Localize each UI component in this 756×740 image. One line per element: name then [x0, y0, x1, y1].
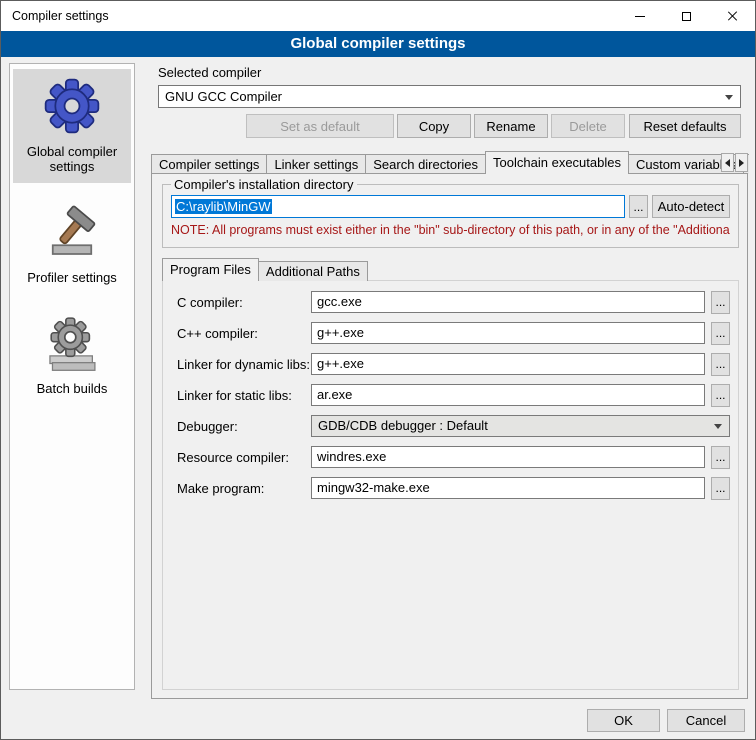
- sidebar-item-batch-builds[interactable]: Batch builds: [13, 308, 131, 405]
- selected-compiler-label: Selected compiler: [158, 65, 261, 80]
- field-row-make-program: Make program: mingw32-make.exe ...: [177, 477, 730, 499]
- compiler-settings-window: Compiler settings Global compiler settin…: [0, 0, 756, 740]
- set-as-default-button[interactable]: Set as default: [246, 114, 394, 138]
- compiler-actions: Set as default Copy Rename Delete Reset …: [158, 114, 741, 138]
- tab-scroll-left-button[interactable]: [721, 153, 734, 172]
- resource-compiler-browse-button[interactable]: ...: [711, 446, 730, 469]
- tab-toolchain-executables[interactable]: Toolchain executables: [485, 151, 629, 174]
- installation-directory-legend: Compiler's installation directory: [171, 177, 357, 192]
- cpp-compiler-browse-button[interactable]: ...: [711, 322, 730, 345]
- batch-builds-gear-icon: [44, 316, 100, 372]
- field-row-debugger: Debugger: GDB/CDB debugger : Default: [177, 415, 730, 437]
- titlebar: Compiler settings: [1, 1, 755, 31]
- chevron-down-icon: [714, 424, 722, 429]
- tab-compiler-settings[interactable]: Compiler settings: [151, 154, 267, 174]
- linker-dynamic-browse-button[interactable]: ...: [711, 353, 730, 376]
- linker-static-browse-button[interactable]: ...: [711, 384, 730, 407]
- close-icon: [726, 10, 738, 22]
- debugger-label: Debugger:: [177, 419, 305, 434]
- copy-button[interactable]: Copy: [397, 114, 471, 138]
- left-arrow-icon: [725, 159, 730, 167]
- linker-dynamic-label: Linker for dynamic libs:: [177, 357, 305, 372]
- hammer-icon: [44, 205, 100, 261]
- linker-static-label: Linker for static libs:: [177, 388, 305, 403]
- subtab-additional-paths[interactable]: Additional Paths: [258, 261, 368, 281]
- resource-compiler-label: Resource compiler:: [177, 450, 305, 465]
- debugger-dropdown[interactable]: GDB/CDB debugger : Default: [311, 415, 730, 437]
- selected-compiler-value: GNU GCC Compiler: [165, 89, 282, 104]
- page-title: Global compiler settings: [1, 31, 755, 57]
- subtab-program-files[interactable]: Program Files: [162, 258, 259, 281]
- tab-search-directories[interactable]: Search directories: [365, 154, 486, 174]
- field-row-resource-compiler: Resource compiler: windres.exe ...: [177, 446, 730, 468]
- c-compiler-label: C compiler:: [177, 295, 305, 310]
- installation-directory-row: C:\raylib\MinGW ... Auto-detect: [171, 195, 730, 218]
- sidebar-item-profiler-settings[interactable]: Profiler settings: [13, 197, 131, 294]
- maximize-icon: [682, 12, 691, 21]
- field-row-linker-static: Linker for static libs: ar.exe ...: [177, 384, 730, 406]
- close-button[interactable]: [709, 1, 755, 31]
- debugger-value: GDB/CDB debugger : Default: [318, 418, 488, 433]
- reset-defaults-button[interactable]: Reset defaults: [629, 114, 741, 138]
- sidebar-item-global-compiler-settings[interactable]: Global compiler settings: [13, 69, 131, 183]
- chevron-down-icon: [725, 95, 733, 100]
- installation-directory-value: C:\raylib\MinGW: [175, 199, 272, 214]
- c-compiler-input[interactable]: gcc.exe: [311, 291, 705, 313]
- c-compiler-browse-button[interactable]: ...: [711, 291, 730, 314]
- window-controls: [617, 1, 755, 31]
- toolchain-subtabs: Program Files Additional Paths: [162, 258, 367, 281]
- field-row-c-compiler: C compiler: gcc.exe ...: [177, 291, 730, 313]
- sidebar-item-label: Global compiler settings: [15, 145, 129, 175]
- cpp-compiler-input[interactable]: g++.exe: [311, 322, 705, 344]
- window-title: Compiler settings: [1, 9, 109, 23]
- installation-directory-groupbox: Compiler's installation directory C:\ray…: [162, 184, 739, 248]
- auto-detect-button[interactable]: Auto-detect: [652, 195, 730, 218]
- field-row-linker-dynamic: Linker for dynamic libs: g++.exe ...: [177, 353, 730, 375]
- make-program-input[interactable]: mingw32-make.exe: [311, 477, 705, 499]
- rename-button[interactable]: Rename: [474, 114, 548, 138]
- installation-directory-browse-button[interactable]: ...: [629, 195, 648, 218]
- program-files-panel: C compiler: gcc.exe ... C++ compiler: g+…: [162, 280, 739, 690]
- tab-linker-settings[interactable]: Linker settings: [266, 154, 366, 174]
- minimize-button[interactable]: [617, 1, 663, 31]
- delete-button[interactable]: Delete: [551, 114, 625, 138]
- settings-tabstrip: Compiler settings Linker settings Search…: [151, 151, 749, 174]
- settings-category-sidebar: Global compiler settings Profiler settin…: [9, 63, 135, 690]
- resource-compiler-input[interactable]: windres.exe: [311, 446, 705, 468]
- right-arrow-icon: [739, 159, 744, 167]
- toolchain-executables-panel: Compiler's installation directory C:\ray…: [151, 173, 748, 699]
- make-program-browse-button[interactable]: ...: [711, 477, 730, 500]
- selected-compiler-dropdown[interactable]: GNU GCC Compiler: [158, 85, 741, 108]
- tab-scroll-buttons: [721, 153, 748, 172]
- maximize-button[interactable]: [663, 1, 709, 31]
- note-text: NOTE: All programs must exist either in …: [171, 223, 730, 237]
- field-row-cpp-compiler: C++ compiler: g++.exe ...: [177, 322, 730, 344]
- gear-icon: [43, 77, 101, 135]
- linker-dynamic-input[interactable]: g++.exe: [311, 353, 705, 375]
- installation-directory-input[interactable]: C:\raylib\MinGW: [171, 195, 625, 218]
- make-program-label: Make program:: [177, 481, 305, 496]
- ok-button[interactable]: OK: [587, 709, 660, 732]
- cancel-button[interactable]: Cancel: [667, 709, 745, 732]
- sidebar-item-label: Batch builds: [37, 382, 108, 397]
- minimize-icon: [635, 16, 645, 17]
- cpp-compiler-label: C++ compiler:: [177, 326, 305, 341]
- tab-scroll-right-button[interactable]: [735, 153, 748, 172]
- linker-static-input[interactable]: ar.exe: [311, 384, 705, 406]
- sidebar-item-label: Profiler settings: [27, 271, 117, 286]
